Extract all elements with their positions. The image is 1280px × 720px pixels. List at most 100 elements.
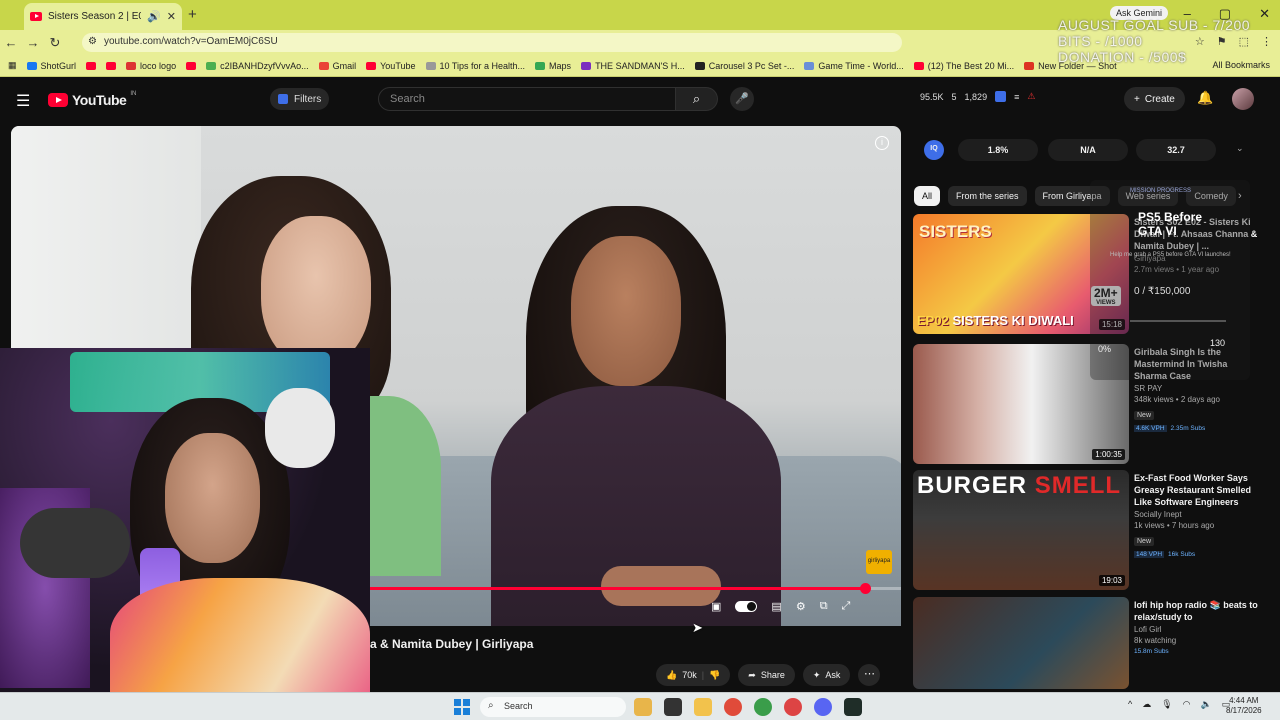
channel-name[interactable]: Socially Inept [1134, 510, 1262, 519]
search-button[interactable]: ⌕ [676, 87, 718, 111]
bookmark-label: Gmail [332, 60, 357, 71]
filters-button[interactable]: Filters [270, 88, 330, 110]
windows-start-icon[interactable] [454, 699, 470, 715]
mission-title-line: GTA VI [1138, 224, 1177, 238]
info-icon[interactable]: i [875, 136, 889, 150]
bookmark-item[interactable]: Maps [535, 61, 571, 71]
thumbs-down-icon[interactable]: 👎 [709, 670, 720, 681]
recommendation-title[interactable]: Ex-Fast Food Worker Says Greasy Restaura… [1134, 472, 1262, 508]
discord-icon[interactable] [814, 698, 832, 716]
menu-dots-icon[interactable]: ⋮ [1261, 35, 1272, 48]
list-icon[interactable]: ≡ [1014, 92, 1019, 102]
filter-icon [278, 94, 288, 104]
bookmark-item[interactable]: Gmail [318, 60, 357, 71]
wifi-icon[interactable]: ◠ [1183, 699, 1191, 710]
apps-grid-icon[interactable]: ▦ [8, 60, 17, 71]
close-window-icon[interactable]: ✕ [1259, 6, 1270, 22]
back-icon[interactable]: ← [0, 35, 22, 50]
url-field[interactable]: ⚙ youtube.com/watch?v=OamEM0jC6SU [82, 33, 902, 52]
like-button[interactable]: 👍 70k | 👎 [656, 664, 731, 686]
iq-player-icon[interactable]: ▣ [711, 600, 721, 613]
obs-icon[interactable] [844, 698, 862, 716]
maps-icon [535, 61, 546, 70]
filters-label: Filters [294, 93, 322, 105]
chrome-icon[interactable] [724, 698, 742, 716]
forward-icon[interactable]: → [22, 35, 44, 50]
chrome-profile2-icon[interactable] [784, 698, 802, 716]
bookmark-item[interactable]: 10 Tips for a Health... [425, 61, 525, 71]
search-input[interactable]: Search [378, 87, 676, 111]
vph-stats: 148 VPH 16k Subs [1134, 551, 1262, 558]
channel-name[interactable]: SR PAY [1134, 384, 1262, 393]
chip-from-series[interactable]: From the series [948, 186, 1027, 206]
recommendation-item[interactable]: lofi hip hop radio 📚 beats to relax/stud… [913, 597, 1263, 689]
bookmark-item[interactable]: THE SANDMAN'S H... [581, 61, 685, 71]
goal-bits: BITS - /1000 [1058, 33, 1143, 49]
captions-icon[interactable]: ▤ [771, 600, 781, 613]
logo-text: YouTube [72, 92, 127, 108]
chrome-profile-icon[interactable] [754, 698, 772, 716]
volume-icon[interactable]: 🔈 [1201, 699, 1212, 710]
speaker-icon[interactable]: 🔊 [147, 10, 161, 23]
youtube-icon [913, 61, 924, 70]
system-tray: ^ ☁ 🎙 ◠ 🔈 ▭ [1128, 699, 1230, 710]
bookmark-item[interactable]: Game Time - World... [804, 61, 904, 71]
video-thumbnail[interactable]: BURGER SMELL 19:03 [913, 470, 1129, 590]
new-tab-icon[interactable]: + [188, 6, 197, 23]
bookmark-label: Carousel 3 Pc Set -... [708, 60, 795, 71]
recommendation-item[interactable]: BURGER SMELL 19:03 Ex-Fast Food Worker S… [913, 470, 1263, 590]
mission-subtitle: Help me grab a PS5 before GTA VI launche… [1110, 252, 1231, 258]
tab-close-icon[interactable]: ✕ [167, 10, 176, 23]
webcam-microphone [20, 508, 130, 578]
bookmark-item[interactable]: YouTube [366, 61, 416, 71]
channel-name[interactable]: Lofi Girl [1134, 625, 1262, 634]
notifications-bell-icon[interactable]: 🔔 [1197, 90, 1213, 106]
fullscreen-icon[interactable]: ⤢ [842, 600, 851, 613]
clock[interactable]: 4:44 AM 8/17/2026 [1226, 696, 1262, 716]
youtube-logo[interactable]: YouTube IN [48, 91, 136, 108]
taskbar-search[interactable]: ⌕ Search [480, 697, 626, 717]
create-button[interactable]: + Create [1124, 87, 1185, 111]
bookmark-item[interactable] [86, 61, 97, 70]
webcam-plush-toy [265, 388, 335, 468]
thumb-word: SMELL [1034, 472, 1122, 499]
recommendation-title[interactable]: lofi hip hop radio 📚 beats to relax/stud… [1134, 599, 1262, 623]
bookmark-item[interactable]: ShotGurl [26, 61, 76, 71]
more-actions-icon[interactable]: ⋯ [858, 664, 881, 686]
iq-logo[interactable]: IQ [924, 140, 944, 160]
duration-badge: 1:00:35 [1092, 449, 1125, 460]
chevron-up-icon[interactable]: ^ [1128, 699, 1132, 710]
alert-icon[interactable]: ⚠ [1027, 91, 1035, 102]
bookmark-item[interactable]: c2IBANHDzyfVvvAo... [206, 61, 309, 71]
browser-tab[interactable]: Sisters Season 2 | E01 - The 🔊 ✕ [24, 3, 182, 30]
windows-taskbar: ⌕ Search ^ ☁ 🎙 ◠ 🔈 ▭ 4:44 AM 8/17/2026 [0, 692, 1280, 720]
share-button[interactable]: ➦ Share [738, 664, 795, 686]
voice-search-button[interactable]: 🎤 [730, 87, 754, 111]
goal-donation: DONATION - /500$ [1058, 49, 1187, 65]
iq-extension-icon[interactable] [995, 91, 1007, 102]
bookmark-item[interactable]: loco logo [126, 61, 176, 71]
bookmark-item[interactable] [186, 61, 197, 70]
file-explorer-icon[interactable] [694, 698, 712, 716]
mic-tray-icon[interactable]: 🎙 [1161, 699, 1172, 710]
video-thumbnail[interactable] [913, 597, 1129, 689]
settings-gear-icon[interactable]: ⚙ [796, 600, 806, 613]
share-arrow-icon: ➦ [748, 669, 756, 680]
video-meta: Ex-Fast Food Worker Says Greasy Restaura… [1134, 472, 1262, 558]
hamburger-menu-icon[interactable]: ☰ [16, 91, 30, 111]
account-avatar[interactable] [1232, 88, 1254, 110]
miniplayer-icon[interactable]: ⧉ [820, 600, 828, 613]
folder-app-icon[interactable] [634, 698, 652, 716]
bookmark-item[interactable]: (12) The Best 20 Mi... [913, 61, 1014, 71]
task-view-icon[interactable] [664, 698, 682, 716]
site-info-icon[interactable]: ⚙ [88, 36, 97, 47]
chevron-down-icon[interactable]: ⌄ [1236, 143, 1244, 154]
reload-icon[interactable]: ↻ [44, 35, 66, 51]
mission-percent: 0% [1098, 344, 1112, 354]
bookmark-item[interactable] [106, 61, 117, 70]
autoplay-toggle[interactable] [735, 601, 758, 612]
bookmark-item[interactable]: Carousel 3 Pc Set -... [694, 60, 795, 71]
cloud-icon[interactable]: ☁ [1142, 699, 1151, 710]
chip-all[interactable]: All [914, 186, 941, 206]
ask-button[interactable]: ✦ Ask [802, 664, 851, 686]
